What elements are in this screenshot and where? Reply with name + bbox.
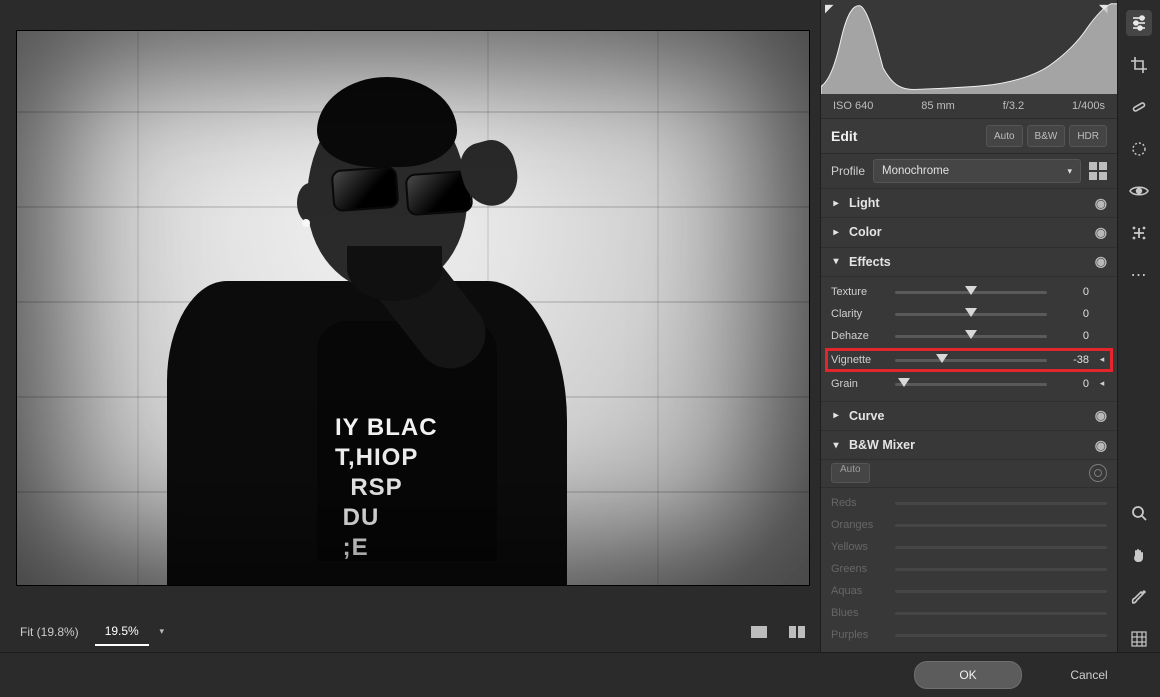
image-canvas[interactable]: IY BLAC T,HIOP RSP DU ;E [16,30,810,586]
slider-dehaze[interactable]: Dehaze 0 [831,325,1107,347]
bw-button[interactable]: B&W [1027,125,1066,147]
slider-thumb [965,286,977,295]
cancel-button[interactable]: Cancel [1036,662,1142,688]
section-light-label: Light [849,196,1087,210]
heal-tool-icon[interactable] [1126,94,1152,120]
ok-button[interactable]: OK [914,661,1022,689]
more-tools-icon[interactable]: ⋯ [1126,262,1152,288]
exif-shutter: 1/400s [1072,100,1105,112]
bwmixer-auto-row: Auto [821,460,1117,487]
profile-value: Monochrome [882,165,949,177]
exif-row: ISO 640 85 mm f/3.2 1/400s [821,94,1117,118]
section-color-label: Color [849,225,1087,239]
tshirt-text: IY BLAC T,HIOP RSP DU ;E [335,413,438,563]
edit-header: Edit Auto B&W HDR [821,118,1117,154]
profile-row: Profile Monochrome ▾ [821,154,1117,189]
slider-yellows[interactable]: Yellows [831,536,1107,558]
slider-grain[interactable]: Grain 0 ◂ [831,373,1107,395]
section-effects-label: Effects [849,255,1087,269]
slider-reds[interactable]: Reds [831,492,1107,514]
slider-texture[interactable]: Texture 0 [831,281,1107,303]
zoom-level[interactable]: 19.5% [95,618,149,646]
edit-panel: ◤ ◥ ISO 640 85 mm f/3.2 1/400s Edit Auto… [820,0,1117,652]
profile-select[interactable]: Monochrome ▾ [873,159,1081,183]
expand-icon[interactable]: ◂ [1097,354,1107,365]
effects-sliders: Texture 0 Clarity 0 Dehaze 0 [821,277,1117,402]
section-light[interactable]: ▸ Light ◉ [821,189,1117,218]
viewer-status-bar: Fit (19.8%) 19.5% ▾ [0,612,820,652]
chevron-right-icon: ▸ [831,410,841,421]
profile-browser-icon[interactable] [1089,162,1107,180]
section-bwmixer-label: B&W Mixer [849,438,1087,452]
bwmixer-sliders: Reds Oranges Yellows Greens Aquas [821,488,1117,652]
mask-tool-icon[interactable] [1126,136,1152,162]
slider-clarity[interactable]: Clarity 0 [831,303,1107,325]
sliders-tool-icon[interactable] [1126,10,1152,36]
section-effects[interactable]: ▾ Effects ◉ [821,248,1117,277]
zoom-fit[interactable]: Fit (19.8%) [10,619,89,645]
eye-icon[interactable]: ◉ [1095,224,1107,241]
main-row: IY BLAC T,HIOP RSP DU ;E Fit (19.8%) 19.… [0,0,1160,652]
auto-button[interactable]: Auto [986,125,1023,147]
viewer-column: IY BLAC T,HIOP RSP DU ;E Fit (19.8%) 19.… [0,0,820,652]
histogram[interactable]: ◤ ◥ [821,0,1117,94]
eye-icon[interactable]: ◉ [1095,253,1107,270]
add-tool-icon[interactable] [1126,220,1152,246]
chevron-right-icon: ▸ [831,198,841,209]
hand-tool-icon[interactable] [1126,542,1152,568]
app-root: IY BLAC T,HIOP RSP DU ;E Fit (19.8%) 19.… [0,0,1160,697]
eye-icon[interactable]: ◉ [1095,437,1107,454]
exif-aperture: f/3.2 [1003,100,1024,112]
chevron-right-icon: ▸ [831,227,841,238]
eye-icon[interactable]: ◉ [1095,195,1107,212]
chevron-down-icon: ▾ [831,256,841,267]
compare-single-icon[interactable] [746,621,772,643]
footer: OK Cancel [0,652,1160,697]
section-color[interactable]: ▸ Color ◉ [821,218,1117,247]
grid-tool-icon[interactable] [1126,626,1152,652]
exif-focal: 85 mm [921,100,955,112]
exif-iso: ISO 640 [833,100,873,112]
tool-strip: ⋯ [1117,0,1160,652]
hdr-button[interactable]: HDR [1069,125,1107,147]
canvas-wrap: IY BLAC T,HIOP RSP DU ;E [12,12,814,604]
bwmixer-auto-button[interactable]: Auto [831,463,870,483]
section-curve[interactable]: ▸ Curve ◉ [821,402,1117,431]
redeye-tool-icon[interactable] [1126,178,1152,204]
compare-split-icon[interactable] [784,621,810,643]
zoom-dropdown[interactable]: ▾ [155,625,169,639]
slider-aquas[interactable]: Aquas [831,580,1107,602]
edit-title: Edit [831,128,982,144]
slider-oranges[interactable]: Oranges [831,514,1107,536]
section-curve-label: Curve [849,409,1087,423]
brush-tool-icon[interactable] [1126,584,1152,610]
slider-greens[interactable]: Greens [831,558,1107,580]
crop-tool-icon[interactable] [1126,52,1152,78]
eye-icon[interactable]: ◉ [1095,407,1107,424]
chevron-down-icon: ▾ [831,440,841,451]
section-bwmixer[interactable]: ▾ B&W Mixer ◉ [821,431,1117,460]
slider-blues[interactable]: Blues [831,602,1107,624]
slider-purples[interactable]: Purples [831,624,1107,646]
target-adjust-icon[interactable] [1089,464,1107,482]
expand-icon[interactable]: ◂ [1097,378,1107,389]
profile-label: Profile [831,164,865,178]
zoom-tool-icon[interactable] [1126,500,1152,526]
chevron-down-icon: ▾ [1067,166,1072,177]
slider-vignette[interactable]: Vignette -38 ◂ [823,349,1115,371]
photo-subject: IY BLAC T,HIOP RSP DU ;E [137,71,557,585]
